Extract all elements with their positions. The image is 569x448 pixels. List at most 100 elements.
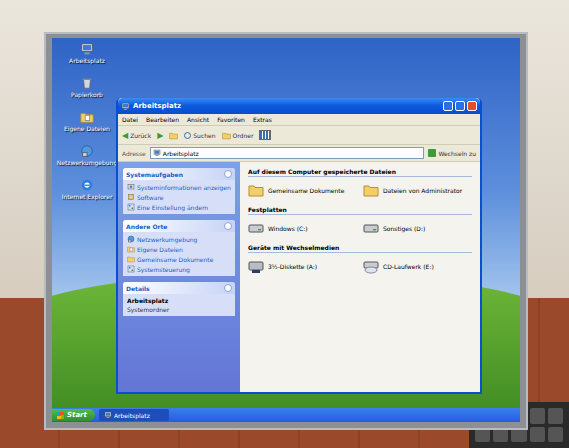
hdd-icon — [248, 220, 264, 236]
desktop-icon[interactable]: Papierkorb — [58, 76, 116, 98]
item-group: Auf diesem Computer gespeicherte Dateien… — [248, 168, 472, 198]
folder-icon — [222, 131, 231, 140]
desktop-icon[interactable]: Arbeitsplatz — [58, 42, 116, 64]
desktop-icons: Arbeitsplatz Papierkorb Eigene Dateien N… — [58, 42, 116, 200]
task-link[interactable]: Systeminformationen anzeigen — [127, 183, 231, 191]
menu-item[interactable]: Datei — [122, 116, 138, 123]
content-pane: Auf diesem Computer gespeicherte Dateien… — [240, 162, 480, 392]
panel-body: Arbeitsplatz Systemordner — [123, 294, 235, 316]
key — [548, 427, 563, 443]
software-icon — [127, 193, 135, 201]
drive-item[interactable]: Windows (C:) — [248, 220, 357, 236]
desktop-icon[interactable]: Internet Explorer — [58, 178, 116, 200]
menu-bar: Datei Bearbeiten Ansicht Favoriten Extras — [118, 114, 480, 126]
folder-icon — [363, 182, 379, 198]
ie-icon — [80, 178, 94, 192]
address-field[interactable]: Arbeitsplatz — [150, 147, 425, 159]
network-icon — [80, 144, 94, 158]
task-link[interactable]: Gemeinsame Dokumente — [127, 255, 231, 263]
desktop-icon-label: Arbeitsplatz — [69, 57, 105, 64]
start-button[interactable]: Start — [52, 409, 95, 421]
go-button[interactable]: Wechseln zu — [428, 149, 476, 157]
panel-body: Systeminformationen anzeigen Software Eine… — [123, 180, 235, 214]
taskbar: Start Arbeitsplatz — [52, 408, 520, 422]
task-panel: Andere Orte Netzwerkumgebung Eigene Datei… — [123, 220, 235, 276]
key — [548, 408, 563, 424]
panel-header[interactable]: Systemaufgaben — [123, 168, 235, 180]
bin-icon — [80, 76, 94, 90]
close-button[interactable] — [467, 101, 477, 111]
back-button[interactable]: ◀Zurück — [122, 131, 151, 140]
computer-icon — [80, 42, 94, 56]
drive-item[interactable]: Gemeinsame Dokumente — [248, 182, 357, 198]
detail-line: Systemordner — [127, 306, 231, 313]
search-button[interactable]: Suchen — [184, 132, 215, 139]
drive-item[interactable]: Dateien von Administrator — [363, 182, 472, 198]
chevron-icon — [224, 222, 232, 230]
drive-item[interactable]: CD-Laufwerk (E:) — [363, 258, 472, 274]
key — [530, 427, 545, 443]
chevron-icon — [224, 284, 232, 292]
search-icon — [184, 132, 191, 139]
window-title: Arbeitsplatz — [133, 102, 440, 110]
item-group: Festplatten Windows (C:)Sonstiges (D:) — [248, 206, 472, 236]
maximize-button[interactable] — [455, 101, 465, 111]
desktop-icon-label: Eigene Dateien — [64, 125, 110, 132]
lcd-panel: Arbeitsplatz Papierkorb Eigene Dateien N… — [44, 32, 528, 430]
back-arrow-icon: ◀ — [122, 131, 128, 140]
panel-header[interactable]: Details — [123, 282, 235, 294]
menu-item[interactable]: Bearbeiten — [146, 116, 179, 123]
menu-item[interactable]: Ansicht — [187, 116, 209, 123]
forward-button[interactable]: ▶ — [157, 131, 163, 140]
panel-body: Netzwerkumgebung Eigene Dateien Gemeinsame… — [123, 232, 235, 276]
panel-header[interactable]: Andere Orte — [123, 220, 235, 232]
group-items: 3½-Diskette (A:) CD-Laufwerk (E:) — [248, 258, 472, 274]
task-link[interactable]: Systemsteuerung — [127, 265, 231, 273]
computer-icon — [104, 411, 112, 419]
menu-item[interactable]: Favoriten — [217, 116, 245, 123]
folder-icon — [127, 255, 135, 263]
cd-icon — [363, 258, 379, 274]
detail-line: Arbeitsplatz — [127, 297, 231, 304]
folder-icon — [169, 131, 178, 140]
documents-icon — [127, 245, 135, 253]
drive-item[interactable]: 3½-Diskette (A:) — [248, 258, 357, 274]
folder-icon — [248, 182, 264, 198]
taskbar-button[interactable]: Arbeitsplatz — [99, 409, 169, 421]
documents-icon — [80, 110, 94, 124]
desktop: Arbeitsplatz Papierkorb Eigene Dateien N… — [52, 38, 520, 422]
task-link[interactable]: Netzwerkumgebung — [127, 235, 231, 243]
task-pane: Systemaufgaben Systeminformationen anzei… — [118, 162, 240, 392]
group-items: Gemeinsame Dokumente Dateien von Administ… — [248, 182, 472, 198]
group-items: Windows (C:) Sonstiges (D:) — [248, 220, 472, 236]
window-body: Systemaufgaben Systeminformationen anzei… — [118, 162, 480, 392]
up-button[interactable] — [169, 131, 178, 140]
network-icon — [127, 235, 135, 243]
windows-logo-icon — [57, 412, 64, 419]
control-icon — [127, 265, 135, 273]
menu-item[interactable]: Extras — [253, 116, 272, 123]
info-icon — [127, 183, 135, 191]
task-panel: Systemaufgaben Systeminformationen anzei… — [123, 168, 235, 214]
window-controls — [443, 101, 477, 111]
photo-scene: Arbeitsplatz Papierkorb Eigene Dateien N… — [0, 0, 569, 448]
hdd-icon — [363, 220, 379, 236]
minimize-button[interactable] — [443, 101, 453, 111]
item-group: Geräte mit Wechselmedien 3½-Diskette (A:… — [248, 244, 472, 274]
desktop-icon[interactable]: Eigene Dateien — [58, 110, 116, 132]
desktop-icon[interactable]: Netzwerkumgebung — [58, 144, 116, 166]
views-button[interactable] — [259, 130, 271, 140]
task-link[interactable]: Eine Einstellung ändern — [127, 203, 231, 211]
key — [530, 408, 545, 424]
title-bar[interactable]: Arbeitsplatz — [118, 98, 480, 114]
task-link[interactable]: Eigene Dateien — [127, 245, 231, 253]
chevron-icon — [224, 170, 232, 178]
desktop-icon-label: Internet Explorer — [62, 193, 113, 200]
views-icon — [259, 130, 271, 140]
folders-button[interactable]: Ordner — [222, 131, 254, 140]
go-icon — [428, 149, 436, 157]
drive-item[interactable]: Sonstiges (D:) — [363, 220, 472, 236]
address-bar: Adresse Arbeitsplatz Wechseln zu — [118, 145, 480, 162]
task-link[interactable]: Software — [127, 193, 231, 201]
desktop-icon-label: Papierkorb — [71, 91, 103, 98]
